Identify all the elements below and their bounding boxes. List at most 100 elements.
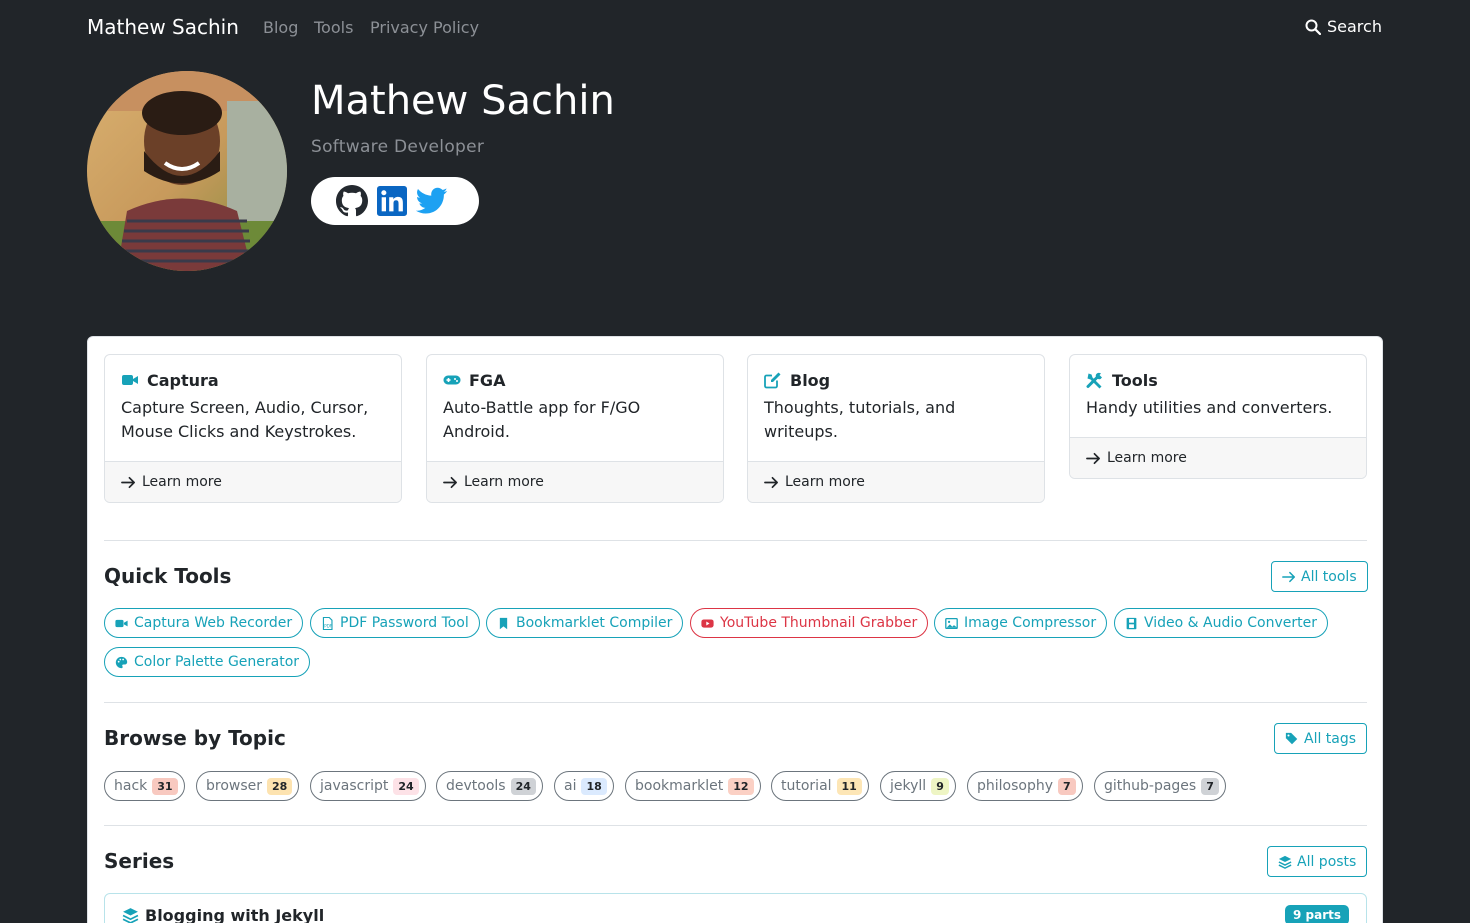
tag-count: 24	[393, 777, 419, 795]
github-icon[interactable]	[336, 185, 368, 217]
tag-github-pages[interactable]: github-pages 7	[1094, 771, 1226, 801]
tool-label: Image Compressor	[964, 615, 1097, 631]
tag-label: bookmarklet	[635, 778, 724, 794]
feature-description: Handy utilities and converters.	[1086, 398, 1333, 417]
tags-icon	[1285, 732, 1298, 744]
layers-icon	[122, 908, 139, 923]
linkedin-icon[interactable]	[376, 185, 408, 217]
tag-browser[interactable]: browser 28	[196, 771, 300, 801]
tag-label: devtools	[446, 778, 506, 794]
tag-hack[interactable]: hack 31	[104, 771, 185, 801]
tag-ai[interactable]: ai 18	[554, 771, 614, 801]
tool-label: Bookmarklet Compiler	[516, 615, 673, 631]
learn-more-link[interactable]: Learn more	[105, 461, 401, 502]
feature-card-captura[interactable]: Captura Capture Screen, Audio, Cursor, M…	[104, 354, 402, 503]
tag-label: javascript	[320, 778, 389, 794]
film-icon	[1126, 617, 1137, 629]
section-divider	[104, 825, 1367, 826]
video-icon	[115, 619, 128, 627]
series-parts-badge: 9 parts	[1285, 905, 1350, 923]
learn-more-link[interactable]: Learn more	[748, 461, 1044, 502]
tool-label: YouTube Thumbnail Grabber	[720, 615, 918, 631]
twitter-icon[interactable]	[416, 185, 448, 217]
section-divider	[104, 540, 1367, 541]
tag-count: 18	[581, 777, 607, 795]
learn-more-label: Learn more	[464, 474, 544, 490]
learn-more-link[interactable]: Learn more	[1070, 437, 1366, 478]
tag-count: 28	[267, 777, 293, 795]
feature-title: FGA	[469, 370, 506, 390]
learn-more-label: Learn more	[142, 474, 222, 490]
feature-description: Auto-Battle app for F/GO Android.	[443, 398, 641, 441]
tag-label: browser	[206, 778, 263, 794]
pdf-file-icon: PDF	[322, 616, 333, 630]
tag-devtools[interactable]: devtools 24	[436, 771, 543, 801]
tool-label: PDF Password Tool	[340, 615, 469, 631]
tag-label: philosophy	[977, 778, 1054, 794]
layers-icon	[1278, 855, 1292, 869]
tag-count: 24	[510, 777, 536, 795]
tag-javascript[interactable]: javascript 24	[310, 771, 426, 801]
all-tools-button[interactable]: All tools	[1271, 561, 1368, 592]
youtube-icon	[701, 618, 714, 628]
tag-label: github-pages	[1104, 778, 1197, 794]
tool-pdf-password[interactable]: PDF PDF Password Tool	[310, 608, 480, 638]
feature-title: Captura	[147, 370, 219, 390]
svg-text:PDF: PDF	[324, 623, 333, 628]
edit-icon	[764, 372, 781, 389]
nav-link-tools[interactable]: Tools	[314, 18, 353, 37]
top-navbar: Mathew Sachin Blog Tools Privacy Policy …	[0, 0, 1470, 56]
all-tags-button[interactable]: All tags	[1274, 723, 1368, 754]
feature-card-fga[interactable]: FGA Auto-Battle app for F/GO Android. Le…	[426, 354, 724, 503]
tag-label: ai	[564, 778, 577, 794]
tag-count: 11	[836, 777, 862, 795]
learn-more-label: Learn more	[785, 474, 865, 490]
arrow-right-icon	[1086, 452, 1100, 464]
hero-name: Mathew Sachin	[311, 78, 615, 124]
tools-icon	[1086, 372, 1102, 389]
nav-link-blog[interactable]: Blog	[263, 18, 298, 37]
tool-label: Color Palette Generator	[134, 654, 300, 670]
gamepad-icon	[443, 375, 461, 385]
feature-card-blog[interactable]: Blog Thoughts, tutorials, and writeups. …	[747, 354, 1045, 503]
arrow-right-icon	[121, 476, 135, 488]
all-tools-label: All tools	[1301, 568, 1357, 585]
learn-more-link[interactable]: Learn more	[427, 461, 723, 502]
all-posts-label: All posts	[1297, 853, 1357, 870]
section-divider	[104, 702, 1367, 703]
tool-video-audio-converter[interactable]: Video & Audio Converter	[1114, 608, 1329, 638]
social-links	[311, 177, 479, 225]
arrow-right-icon	[1282, 571, 1296, 582]
tag-jekyll[interactable]: jekyll 9	[880, 771, 956, 801]
search-button[interactable]: Search	[1305, 17, 1382, 36]
image-icon	[945, 617, 958, 629]
series-card-blogging-with-jekyll[interactable]: Blogging with Jekyll 9 parts	[104, 893, 1367, 923]
feature-title: Blog	[790, 370, 831, 390]
tag-philosophy[interactable]: philosophy 7	[967, 771, 1083, 801]
series-card-title: Blogging with Jekyll	[145, 906, 325, 923]
quick-tools-title: Quick Tools	[104, 564, 232, 588]
tag-bookmarklet[interactable]: bookmarklet 12	[625, 771, 761, 801]
site-brand[interactable]: Mathew Sachin	[87, 15, 239, 39]
tool-color-palette-generator[interactable]: Color Palette Generator	[104, 647, 311, 677]
main-content-card: Captura Capture Screen, Audio, Cursor, M…	[87, 336, 1383, 923]
tool-captura-web-recorder[interactable]: Captura Web Recorder	[104, 608, 304, 638]
search-icon	[1305, 19, 1321, 35]
nav-link-privacy-policy[interactable]: Privacy Policy	[370, 18, 479, 37]
learn-more-label: Learn more	[1107, 450, 1187, 466]
tag-count: 7	[1058, 777, 1076, 795]
browse-by-topic-title: Browse by Topic	[104, 726, 286, 750]
series-title: Series	[104, 849, 175, 873]
all-posts-button[interactable]: All posts	[1267, 846, 1368, 877]
tag-tutorial[interactable]: tutorial 11	[771, 771, 869, 801]
tag-label: hack	[114, 778, 148, 794]
tag-count: 31	[152, 777, 178, 795]
tool-image-compressor[interactable]: Image Compressor	[934, 608, 1108, 638]
feature-description: Capture Screen, Audio, Cursor, Mouse Cli…	[121, 398, 369, 441]
avatar	[87, 71, 287, 271]
feature-card-tools[interactable]: Tools Handy utilities and converters. Le…	[1069, 354, 1367, 479]
tool-youtube-thumbnail-grabber[interactable]: YouTube Thumbnail Grabber	[690, 608, 929, 638]
tool-bookmarklet-compiler[interactable]: Bookmarklet Compiler	[486, 608, 684, 638]
tag-count: 9	[931, 777, 949, 795]
feature-description: Thoughts, tutorials, and writeups.	[764, 398, 956, 441]
